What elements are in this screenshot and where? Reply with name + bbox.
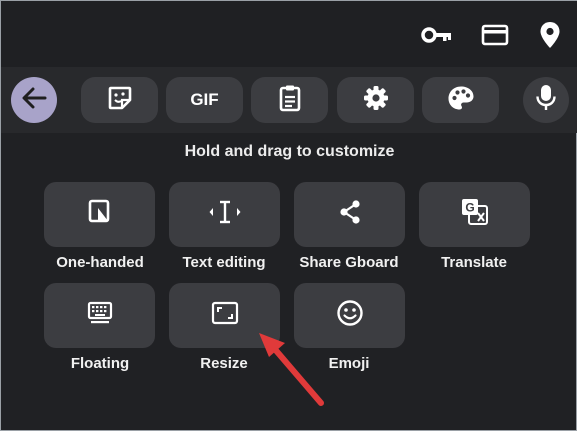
key-icon[interactable] (421, 21, 453, 49)
svg-text:G: G (465, 201, 474, 215)
customize-hint: Hold and drag to customize (184, 143, 395, 160)
text-cursor-icon (208, 199, 242, 230)
gif-button[interactable]: GIF (166, 77, 243, 123)
tile-text-editing[interactable] (169, 182, 280, 247)
tile-label-share-gboard: Share Gboard (299, 254, 399, 271)
tile-floating[interactable] (44, 283, 155, 348)
voice-input-button[interactable] (523, 77, 569, 123)
translate-icon: G (461, 198, 489, 231)
card-icon[interactable] (479, 21, 511, 49)
settings-button[interactable] (337, 77, 414, 123)
tile-translate[interactable]: G (419, 182, 530, 247)
location-pin-icon[interactable] (534, 21, 566, 49)
share-icon (337, 199, 363, 230)
clipboard-icon (279, 84, 301, 117)
clipboard-button[interactable] (251, 77, 328, 123)
palette-icon (447, 85, 475, 116)
tile-label-floating: Floating (70, 355, 130, 372)
resize-icon (211, 301, 239, 330)
arrow-back-icon (21, 87, 47, 114)
keyboard-toolbar: GIF (1, 67, 577, 133)
tile-share-gboard[interactable] (294, 182, 405, 247)
mic-icon (535, 84, 557, 117)
emoji-icon (336, 299, 364, 332)
annotation-arrow (259, 333, 324, 406)
keyboard-icon (87, 301, 113, 330)
tile-label-one-handed: One-handed (56, 254, 144, 271)
theme-button[interactable] (422, 77, 499, 123)
sticker-icon (107, 85, 133, 116)
one-handed-icon (88, 199, 112, 230)
sticker-button[interactable] (81, 77, 158, 123)
settings-icon (363, 85, 389, 116)
top-bar (1, 1, 577, 67)
keyboard-panel: GIF Hold and drag to customize One-hande… (0, 0, 577, 431)
tile-label-text-editing: Text editing (182, 254, 266, 271)
back-button[interactable] (11, 77, 57, 123)
gif-label: GIF (190, 90, 219, 109)
tile-label-translate: Translate (441, 254, 507, 271)
tile-one-handed[interactable] (44, 182, 155, 247)
